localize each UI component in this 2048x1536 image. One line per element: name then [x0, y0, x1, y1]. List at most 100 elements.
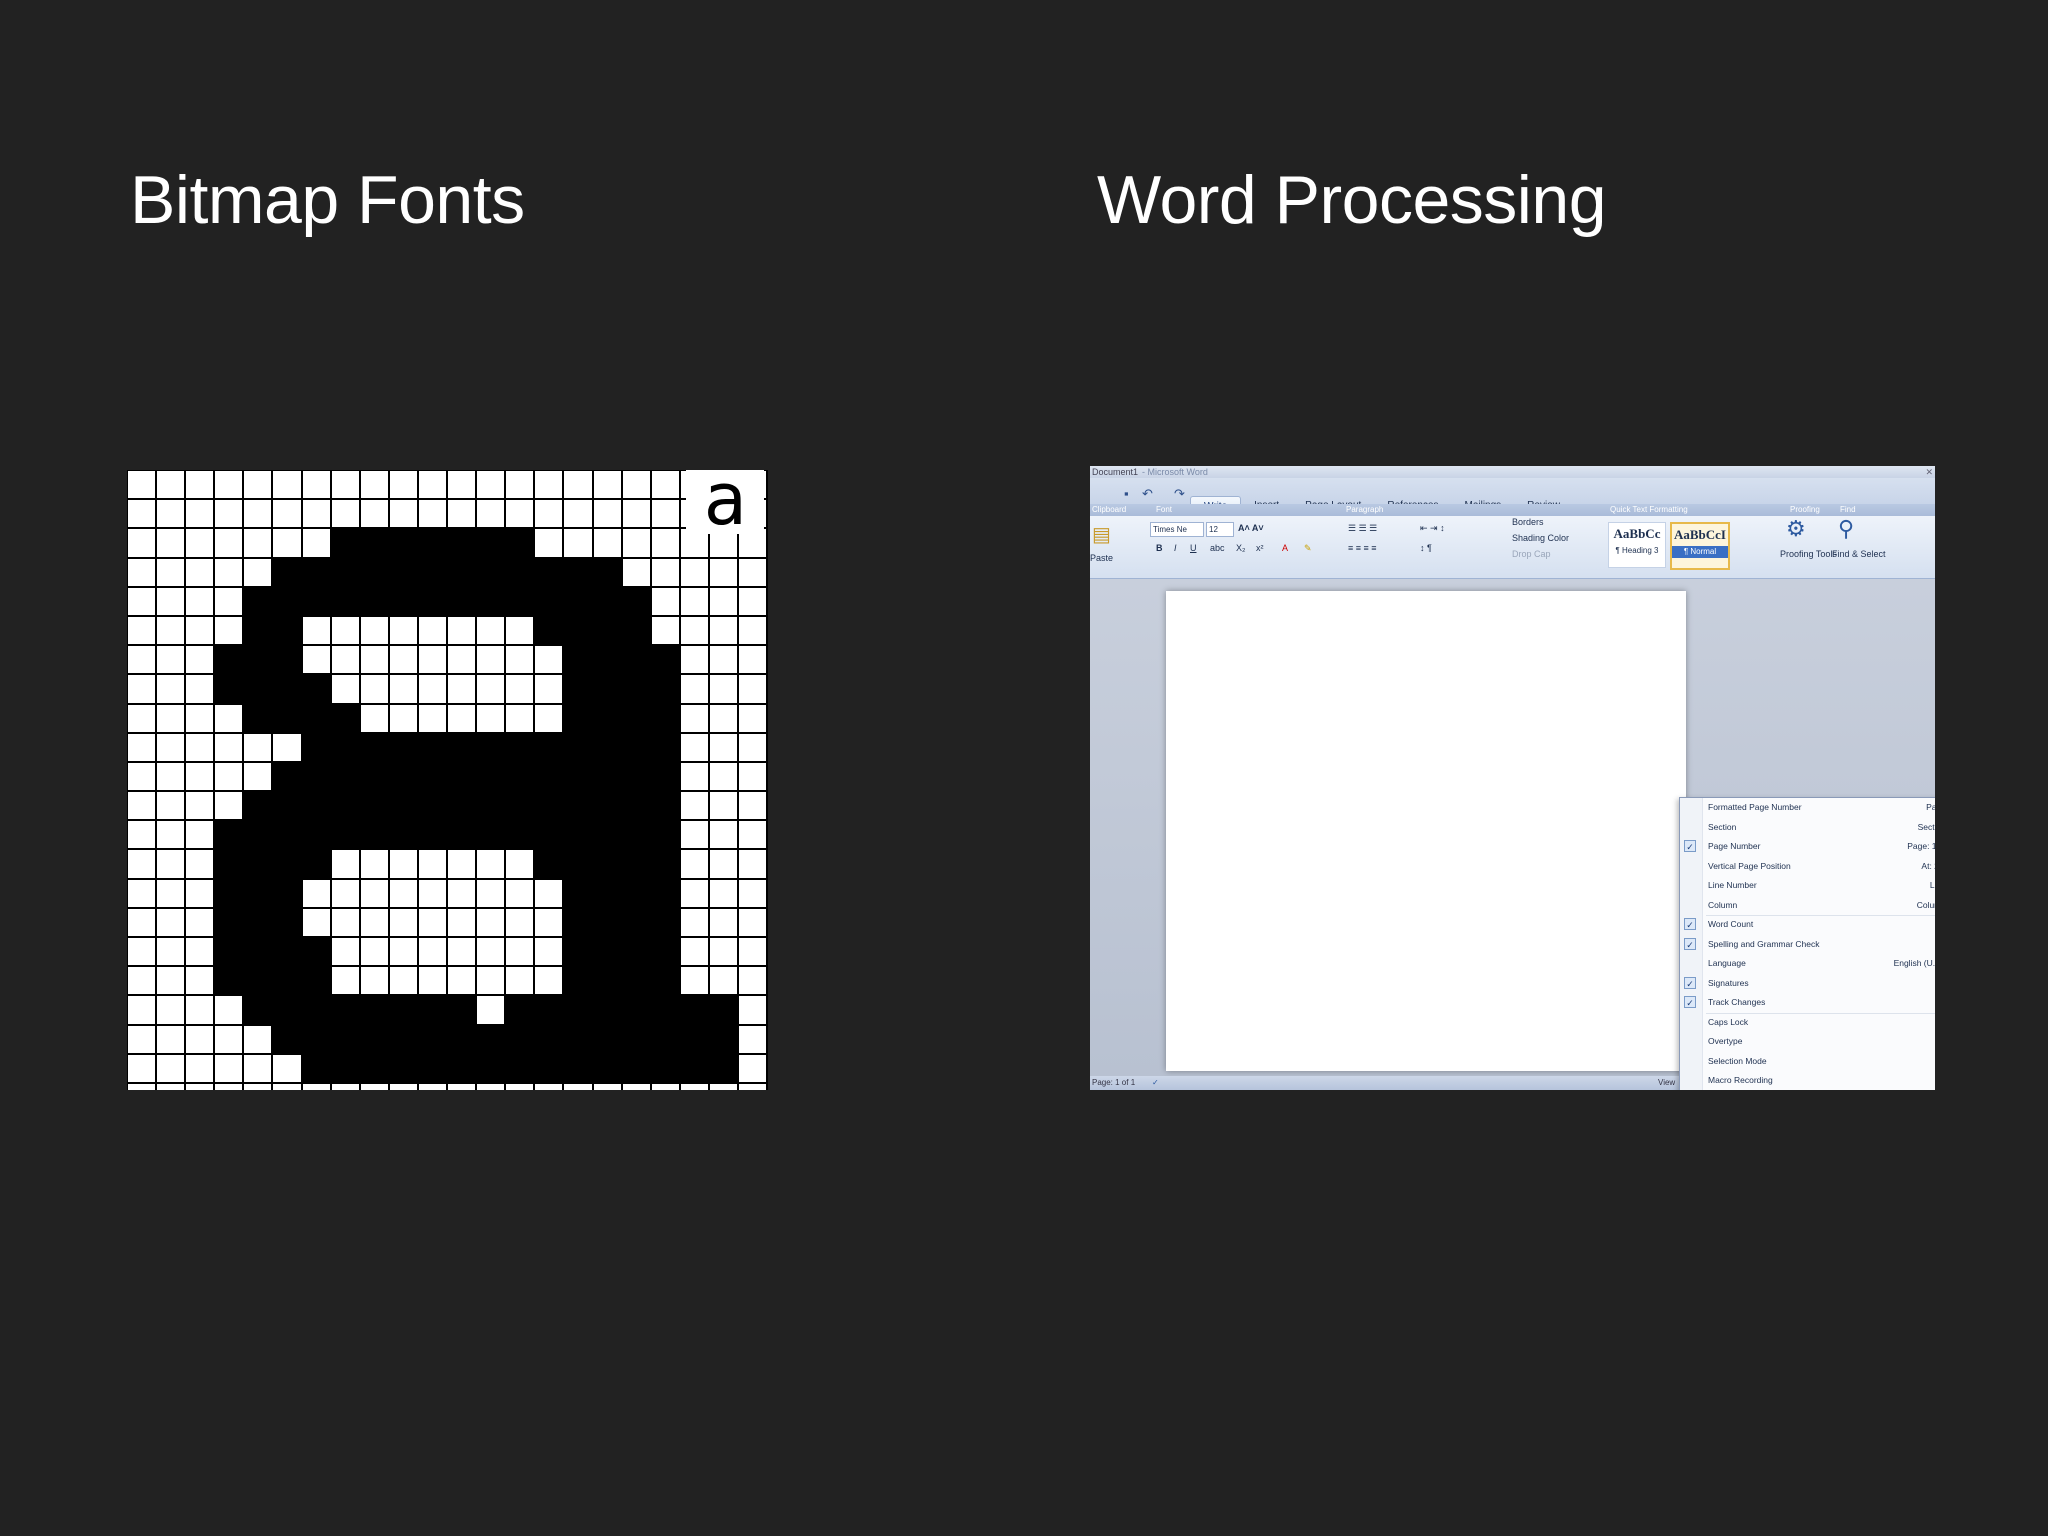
style-heading-3[interactable]: AaBbCc ¶ Heading 3 [1608, 522, 1666, 568]
bitmap-pixel-off [679, 761, 709, 792]
menu-item-caps-lock[interactable]: Caps Lock [1680, 1015, 1935, 1030]
bitmap-pixel-off [476, 995, 506, 1025]
highlight-icon[interactable]: ✎ [1304, 542, 1312, 554]
bitmap-pixel-off [127, 499, 157, 529]
menu-item-word-count[interactable]: ✓ Word Count [1680, 917, 1935, 932]
bitmap-pixel-off [156, 791, 186, 821]
borders-button[interactable]: Borders [1512, 516, 1544, 528]
paste-icon[interactable]: ▤ [1092, 522, 1111, 547]
bitmap-pixel-on [592, 820, 622, 850]
status-page-number[interactable]: Page: 1 of 1 [1092, 1076, 1135, 1090]
bitmap-pixel-on [563, 1024, 593, 1054]
title-word-processing: Word Processing [1097, 161, 1607, 238]
bitmap-pixel-off [388, 645, 418, 675]
status-view-label[interactable]: View [1658, 1076, 1675, 1090]
bitmap-pixel-off [127, 470, 157, 500]
line-spacing-icon[interactable]: ↕ ¶ [1420, 542, 1432, 554]
style-heading-3-label: ¶ Heading 3 [1615, 546, 1659, 555]
bitmap-pixel-off [447, 499, 477, 529]
menu-item-selection-mode[interactable]: Selection Mode [1680, 1054, 1935, 1069]
menu-item-label: Section [1708, 821, 1737, 832]
indent-icon[interactable]: ⇤ ⇥ ↕ [1420, 522, 1445, 534]
find-select-label[interactable]: Find & Select [1832, 548, 1886, 560]
underline-icon[interactable]: U [1190, 542, 1197, 554]
bitmap-pixel-on [388, 528, 418, 558]
bullets-icon[interactable]: ☰ ☰ ☰ [1348, 522, 1377, 534]
find-binoculars-icon[interactable]: ⚲ [1838, 516, 1854, 542]
menu-item-formatted-page-number[interactable]: Formatted Page Number Page [1680, 800, 1935, 815]
menu-item-language[interactable]: Language English (U.S.) [1680, 956, 1935, 971]
bitmap-pixel-on [534, 732, 564, 762]
menu-item-column[interactable]: Column Column [1680, 898, 1935, 913]
save-icon[interactable]: ▪ [1124, 486, 1129, 501]
bitmap-pixel-off [679, 849, 709, 879]
bitmap-pixel-off [185, 1024, 215, 1054]
strikethrough-icon[interactable]: abc [1210, 542, 1225, 554]
bitmap-pixel-off [330, 615, 360, 646]
bitmap-pixel-on [359, 791, 389, 821]
bitmap-pixel-off [563, 470, 593, 500]
bitmap-pixel-off [301, 470, 331, 500]
shading-color-button[interactable]: Shading Color [1512, 532, 1569, 544]
close-icon[interactable]: ✕ [1925, 466, 1933, 478]
proofing-tools-label[interactable]: Proofing Tools [1780, 548, 1837, 560]
grow-font-icon[interactable]: A˄ A˅ [1238, 522, 1264, 534]
drop-cap-button[interactable]: Drop Cap [1512, 548, 1551, 560]
bitmap-pixel-on [650, 966, 680, 996]
font-color-icon[interactable]: A [1282, 542, 1288, 554]
bitmap-pixel-off [127, 1024, 157, 1054]
style-normal[interactable]: AaBbCcI ¶ Normal [1670, 522, 1730, 570]
menu-item-page-number[interactable]: ✓ Page Number Page: 1 of [1680, 839, 1935, 854]
bitmap-pixel-on [388, 995, 418, 1025]
menu-item-overtype[interactable]: Overtype [1680, 1034, 1935, 1049]
bitmap-pixel-on [301, 674, 331, 704]
superscript-icon[interactable]: x² [1256, 542, 1264, 554]
menu-item-vertical-page-position[interactable]: Vertical Page Position At: 2.5 [1680, 859, 1935, 874]
bitmap-pixel-on [272, 849, 302, 879]
bitmap-pixel-off [476, 499, 506, 529]
bitmap-pixel-off [679, 1082, 709, 1090]
menu-item-line-number[interactable]: Line Number Line [1680, 878, 1935, 893]
bitmap-pixel-on [505, 1024, 535, 1054]
bitmap-pixel-off [592, 499, 622, 529]
menu-item-track-changes[interactable]: ✓ Track Changes [1680, 995, 1935, 1010]
menu-item-spelling-and-grammar-check[interactable]: ✓ Spelling and Grammar Check [1680, 937, 1935, 952]
menu-item-signatures[interactable]: ✓ Signatures [1680, 976, 1935, 991]
bitmap-pixel-off [708, 820, 738, 850]
bitmap-pixel-off [388, 470, 418, 500]
bitmap-pixel-off [447, 849, 477, 879]
bitmap-pixel-off [127, 703, 157, 733]
bold-icon[interactable]: B [1156, 542, 1163, 554]
proofing-check-icon[interactable]: ✓ [1152, 1076, 1159, 1090]
menu-item-label: Overtype [1708, 1036, 1743, 1046]
menu-item-section[interactable]: Section Section [1680, 820, 1935, 835]
menu-item-value: Page [1926, 802, 1935, 812]
bitmap-pixel-off [156, 907, 186, 937]
redo-icon[interactable]: ↷ [1174, 486, 1185, 502]
proofing-tools-icon[interactable]: ⚙ [1786, 516, 1806, 542]
bitmap-pixel-off [388, 878, 418, 908]
bitmap-pixel-off [330, 470, 360, 500]
bitmap-pixel-off [679, 557, 709, 587]
menu-item-label: Selection Mode [1708, 1055, 1767, 1066]
bitmap-pixel-on [214, 849, 244, 879]
bitmap-pixel-on [476, 1024, 506, 1054]
document-page[interactable] [1166, 591, 1686, 1071]
bitmap-pixel-on [359, 586, 389, 616]
font-size-select[interactable]: 12 [1206, 522, 1234, 537]
menu-item-macro-recording[interactable]: Macro Recording [1680, 1073, 1935, 1088]
italic-icon[interactable]: I [1174, 542, 1177, 554]
undo-icon[interactable]: ↶ [1142, 486, 1153, 502]
bitmap-pixel-on [621, 937, 651, 967]
bitmap-pixel-on [447, 1024, 477, 1054]
font-name-select[interactable]: Times Ne [1150, 522, 1204, 537]
bitmap-pixel-on [534, 1024, 564, 1054]
bitmap-pixel-on [388, 791, 418, 821]
bitmap-pixel-off [563, 528, 593, 558]
bitmap-pixel-off [359, 615, 389, 646]
align-icon[interactable]: ≡ ≡ ≡ ≡ [1348, 542, 1377, 554]
window-title-app: - Microsoft Word [1142, 467, 1208, 477]
bitmap-pixel-on [214, 966, 244, 996]
bitmap-pixel-off [243, 732, 273, 762]
subscript-icon[interactable]: X₂ [1236, 542, 1246, 554]
